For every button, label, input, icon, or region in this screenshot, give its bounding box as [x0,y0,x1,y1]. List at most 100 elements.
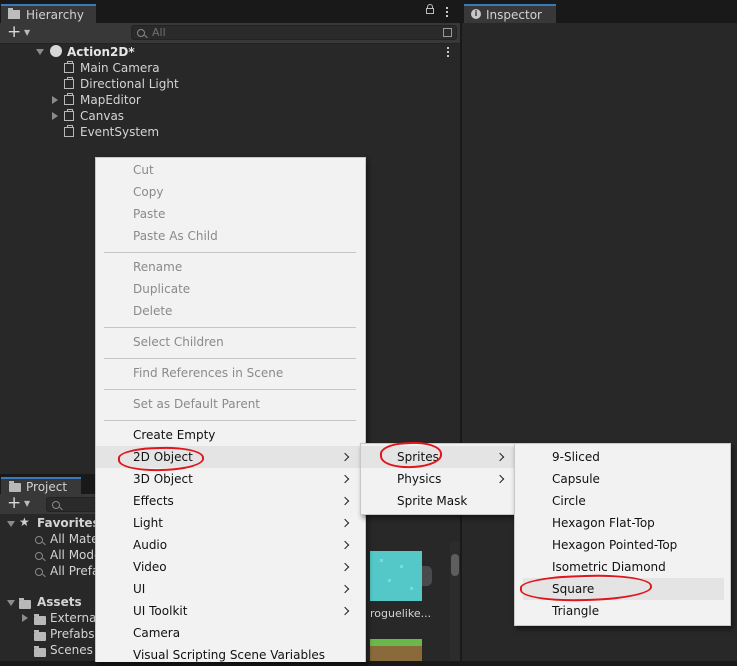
add-icon[interactable]: + [7,24,21,41]
hierarchy-icon [8,8,20,19]
hierarchy-tab-bar: Hierarchy [0,0,460,23]
hierarchy-item-canvas[interactable]: Canvas [80,108,124,124]
menu-item-effects[interactable]: Effects [96,490,365,512]
assets-folder[interactable]: Scenes [50,642,93,658]
submenu-arrow-icon [340,452,350,462]
menu-separator [104,327,356,328]
hierarchy-item-directional-light[interactable]: Directional Light [80,76,179,92]
hierarchy-item-main-camera[interactable]: Main Camera [80,60,160,76]
menu-item-select-children[interactable]: Select Children [96,331,365,353]
star-icon: ★ [19,515,30,529]
assets-label[interactable]: Assets [37,594,82,610]
menu-item-hexagon-pointed-top[interactable]: Hexagon Pointed-Top [515,534,730,556]
panel-menu-icon[interactable] [446,7,449,19]
menu-item-sprite-mask[interactable]: Sprite Mask [361,490,516,512]
scene-expand-icon[interactable] [36,49,44,55]
gameobject-icon [64,61,74,73]
asset-thumbnail-label: roguelike... [370,607,432,620]
menu-item-ui[interactable]: UI [96,578,365,600]
favorite-item[interactable]: All Mate [50,531,99,547]
menu-item-duplicate[interactable]: Duplicate [96,278,365,300]
menu-item-isometric-diamond[interactable]: Isometric Diamond [515,556,730,578]
favorite-item[interactable]: All Prefa [50,563,99,579]
add-icon[interactable]: + [7,495,21,512]
expand-arrow-icon[interactable] [52,96,58,104]
menu-item-visual-scripting-scene-variables[interactable]: Visual Scripting Scene Variables [96,644,365,666]
search-icon [35,568,43,576]
hierarchy-search-input[interactable]: All [131,25,457,40]
search-icon [35,536,43,544]
assets-expand-icon[interactable] [7,600,15,606]
search-icon [35,552,43,560]
menu-item-camera[interactable]: Camera [96,622,365,644]
menu-item-ui-toolkit[interactable]: UI Toolkit [96,600,365,622]
submenu-arrow-icon [340,474,350,484]
hierarchy-item-eventsystem[interactable]: EventSystem [80,124,159,140]
expand-arrow-icon[interactable] [22,614,28,622]
menu-item-delete[interactable]: Delete [96,300,365,322]
search-placeholder: All [152,26,166,39]
gameobject-icon [64,109,74,121]
context-menu: Cut Copy Paste Paste As Child Rename Dup… [95,157,366,662]
search-icon [52,501,60,509]
unity-scene-icon [50,45,62,57]
inspector-tab[interactable]: i Inspector [464,4,556,23]
submenu-arrow-icon [340,540,350,550]
hierarchy-tab-label: Hierarchy [26,8,85,22]
menu-item-paste[interactable]: Paste [96,203,365,225]
menu-item-triangle[interactable]: Triangle [515,600,730,622]
menu-item-paste-as-child[interactable]: Paste As Child [96,225,365,247]
search-icon [137,29,145,37]
submenu-arrow-icon [340,562,350,572]
project-tab[interactable]: Project [1,477,81,494]
menu-item-capsule[interactable]: Capsule [515,468,730,490]
project-tab-label: Project [26,480,68,494]
lock-shackle-icon [427,4,433,9]
scene-menu-icon[interactable] [447,47,450,59]
inspector-tab-bar: i Inspector [462,0,737,23]
folder-icon [9,481,21,492]
menu-separator [104,420,356,421]
menu-separator [104,252,356,253]
menu-item-video[interactable]: Video [96,556,365,578]
folder-icon [34,646,46,657]
favorites-label[interactable]: Favorites [37,515,100,531]
scene-name[interactable]: Action2D* [67,44,135,60]
assets-folder[interactable]: Prefabs [50,626,95,642]
asset-thumbnail[interactable] [370,551,422,601]
submenu-arrow-icon [340,584,350,594]
thumbnail-expand-icon[interactable] [422,566,432,586]
menu-item-physics[interactable]: Physics [361,468,516,490]
inspector-tab-label: Inspector [486,8,542,22]
gameobject-icon [64,125,74,137]
menu-item-9-sliced[interactable]: 9-Sliced [515,446,730,468]
chevron-down-icon[interactable]: ▼ [24,499,30,508]
menu-item-set-default-parent[interactable]: Set as Default Parent [96,393,365,415]
folder-icon [34,630,46,641]
expand-arrow-icon[interactable] [52,112,58,120]
menu-item-rename[interactable]: Rename [96,256,365,278]
project-scrollbar[interactable] [450,542,460,661]
folder-icon [34,614,46,625]
favorites-expand-icon[interactable] [7,521,15,527]
menu-item-find-references[interactable]: Find References in Scene [96,362,365,384]
hierarchy-tab[interactable]: Hierarchy [1,4,96,23]
favorite-item[interactable]: All Mode [50,547,101,563]
asset-thumbnail[interactable] [370,639,422,661]
menu-item-hexagon-flat-top[interactable]: Hexagon Flat-Top [515,512,730,534]
gameobject-icon [64,93,74,105]
menu-item-cut[interactable]: Cut [96,159,365,181]
submenu-arrow-icon [495,474,505,484]
hierarchy-item-mapeditor[interactable]: MapEditor [80,92,141,108]
search-filter-icon[interactable] [443,28,452,37]
chevron-down-icon[interactable]: ▼ [24,28,30,37]
menu-item-copy[interactable]: Copy [96,181,365,203]
menu-item-circle[interactable]: Circle [515,490,730,512]
info-icon: i [471,9,481,19]
assets-folder[interactable]: External [50,610,100,626]
menu-item-create-empty[interactable]: Create Empty [96,424,365,446]
menu-item-light[interactable]: Light [96,512,365,534]
menu-separator [104,389,356,390]
menu-item-3d-object[interactable]: 3D Object [96,468,365,490]
menu-item-audio[interactable]: Audio [96,534,365,556]
